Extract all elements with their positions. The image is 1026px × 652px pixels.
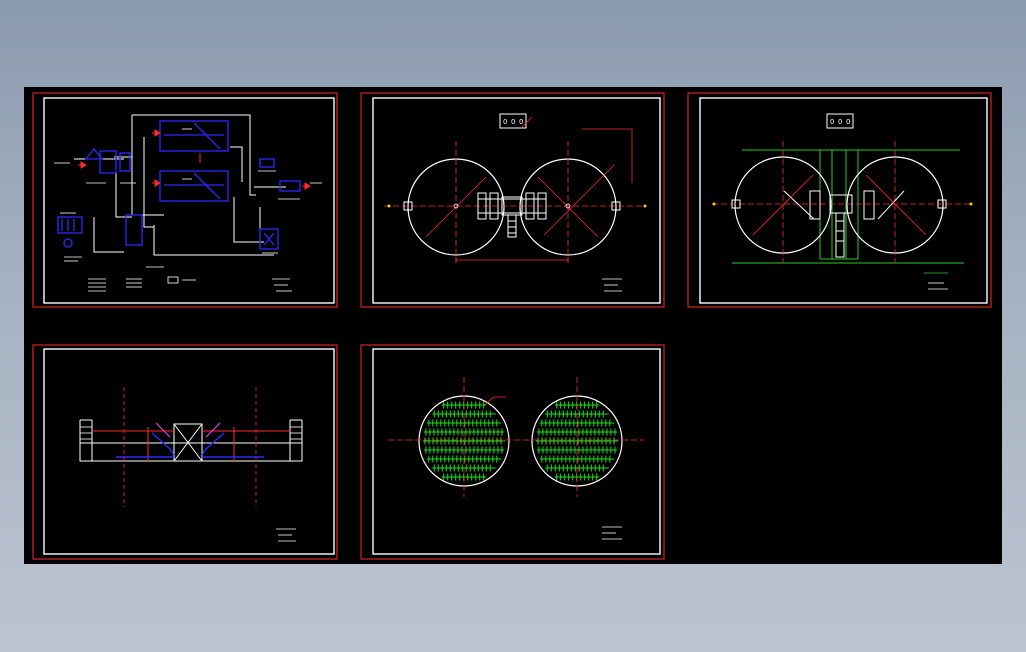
marker-right bbox=[969, 202, 973, 206]
center-lines bbox=[712, 141, 972, 263]
scraper-arm-right bbox=[205, 422, 221, 438]
sheet-5-title-block bbox=[602, 526, 622, 540]
sheet-2-box-digit-3: 0 bbox=[519, 118, 523, 126]
leader-line bbox=[483, 396, 506, 406]
marker-left bbox=[387, 204, 391, 208]
dosing-unit bbox=[259, 158, 275, 168]
sheet-2-tank-plan[interactable]: 0 0 0 bbox=[360, 92, 665, 308]
cad-drawing-canvas: 0 0 0 0 0 0 bbox=[32, 92, 992, 560]
sheet-3-box-digit-3: 0 bbox=[846, 118, 850, 126]
sheet-5-grid-plan[interactable] bbox=[360, 344, 665, 560]
legend bbox=[88, 276, 196, 292]
marker-left bbox=[712, 202, 716, 206]
blower bbox=[63, 238, 73, 248]
sheet-2-box-digit-2: 0 bbox=[511, 118, 515, 126]
walkway-rails bbox=[80, 426, 302, 440]
sheet-4-tank-section[interactable] bbox=[32, 344, 338, 560]
sheet-3-tank-plan-piping[interactable]: 0 0 0 bbox=[687, 92, 992, 308]
sheet-5-inner-frame bbox=[372, 348, 661, 555]
sheet-4-title-block bbox=[276, 528, 296, 542]
sheet-1-outer-frame bbox=[32, 92, 338, 308]
tank-section-outline bbox=[79, 419, 303, 462]
center-lines bbox=[384, 141, 644, 263]
marker-right bbox=[643, 204, 647, 208]
sheet-2-box-digit-1: 0 bbox=[503, 118, 507, 126]
green-pipe-lines bbox=[732, 149, 964, 264]
sheet-4-outer-frame bbox=[32, 344, 338, 560]
central-equipment bbox=[477, 192, 547, 238]
center-lines bbox=[388, 377, 644, 497]
outfall-unit bbox=[279, 180, 301, 192]
sheet-3-box-digit-2: 0 bbox=[838, 118, 842, 126]
sheet-1-process-flow[interactable] bbox=[32, 92, 338, 308]
grit-chamber bbox=[99, 150, 117, 174]
sheet-2-title-block bbox=[602, 278, 622, 292]
sheet-3-box-digit-1: 0 bbox=[830, 118, 834, 126]
cad-drawing-viewport[interactable]: 0 0 0 0 0 0 bbox=[24, 87, 1002, 564]
scraper-arm-left bbox=[155, 422, 171, 438]
sludge-thickener bbox=[125, 214, 143, 246]
sheet-1-title-block bbox=[272, 278, 292, 292]
baffle-lines bbox=[92, 427, 290, 461]
